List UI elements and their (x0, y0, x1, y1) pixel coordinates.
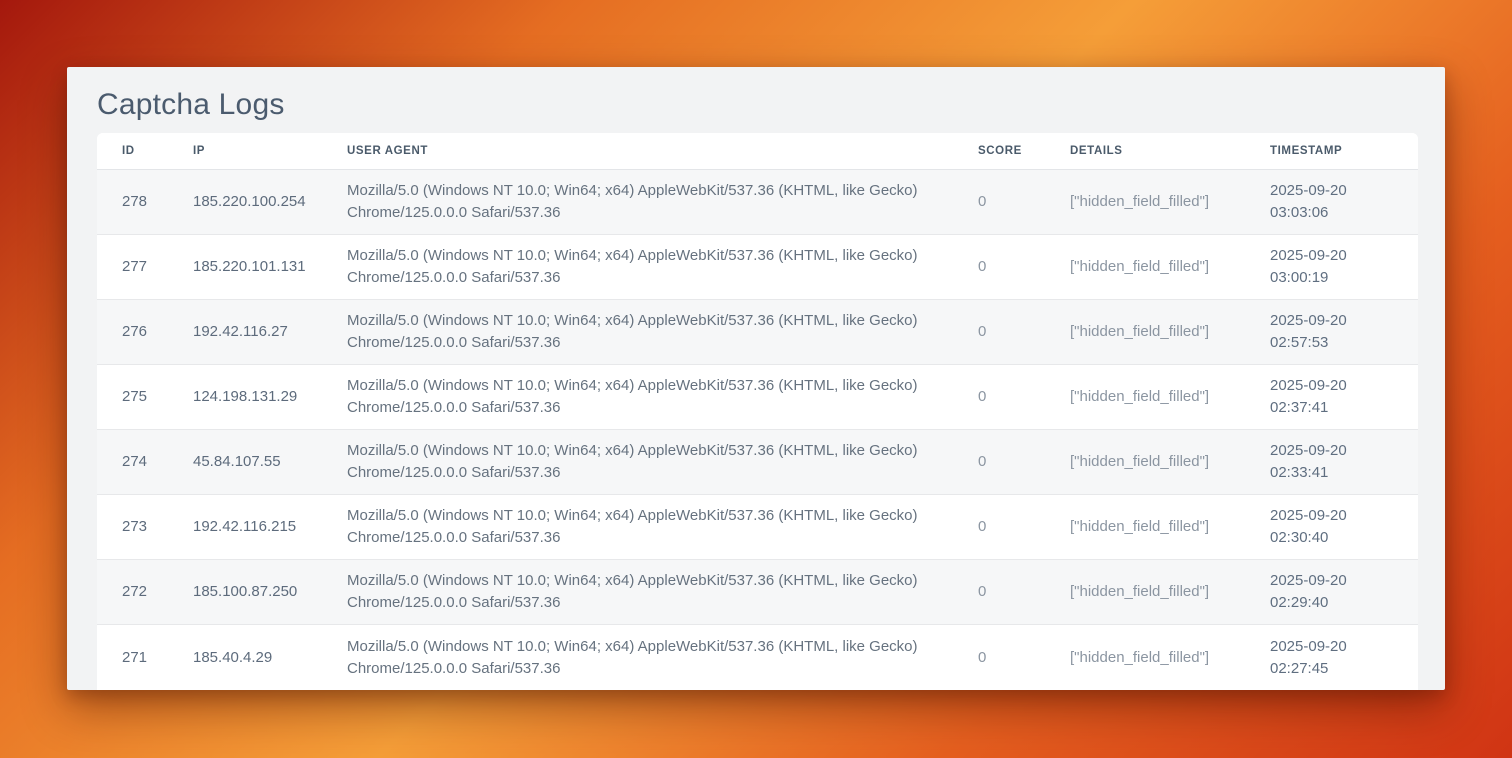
cell-ip: 185.40.4.29 (168, 625, 322, 690)
logs-table-container: IDIPUSER AGENTSCOREDETAILSTIMESTAMP 2781… (97, 133, 1418, 690)
table-row: 278185.220.100.254Mozilla/5.0 (Windows N… (97, 170, 1418, 235)
cell-user_agent: Mozilla/5.0 (Windows NT 10.0; Win64; x64… (322, 365, 953, 430)
cell-score: 0 (953, 235, 1045, 300)
cell-timestamp: 2025-09-20 02:33:41 (1245, 430, 1418, 495)
cell-details: ["hidden_field_filled"] (1045, 495, 1245, 560)
cell-timestamp: 2025-09-20 03:00:19 (1245, 235, 1418, 300)
cell-ip: 185.220.100.254 (168, 170, 322, 235)
cell-ip: 124.198.131.29 (168, 365, 322, 430)
cell-ip: 45.84.107.55 (168, 430, 322, 495)
table-header-row: IDIPUSER AGENTSCOREDETAILSTIMESTAMP (97, 133, 1418, 170)
table-row: 277185.220.101.131Mozilla/5.0 (Windows N… (97, 235, 1418, 300)
cell-id: 277 (97, 235, 168, 300)
cell-timestamp: 2025-09-20 02:30:40 (1245, 495, 1418, 560)
column-header-details: DETAILS (1045, 133, 1245, 170)
cell-user_agent: Mozilla/5.0 (Windows NT 10.0; Win64; x64… (322, 430, 953, 495)
cell-details: ["hidden_field_filled"] (1045, 625, 1245, 690)
cell-score: 0 (953, 365, 1045, 430)
cell-details: ["hidden_field_filled"] (1045, 560, 1245, 625)
cell-score: 0 (953, 430, 1045, 495)
cell-user_agent: Mozilla/5.0 (Windows NT 10.0; Win64; x64… (322, 170, 953, 235)
cell-ip: 192.42.116.215 (168, 495, 322, 560)
cell-score: 0 (953, 625, 1045, 690)
cell-id: 271 (97, 625, 168, 690)
cell-timestamp: 2025-09-20 02:29:40 (1245, 560, 1418, 625)
table-row: 27445.84.107.55Mozilla/5.0 (Windows NT 1… (97, 430, 1418, 495)
table-row: 272185.100.87.250Mozilla/5.0 (Windows NT… (97, 560, 1418, 625)
cell-id: 275 (97, 365, 168, 430)
cell-id: 272 (97, 560, 168, 625)
cell-details: ["hidden_field_filled"] (1045, 170, 1245, 235)
cell-timestamp: 2025-09-20 02:37:41 (1245, 365, 1418, 430)
column-header-id: ID (97, 133, 168, 170)
cell-details: ["hidden_field_filled"] (1045, 235, 1245, 300)
cell-details: ["hidden_field_filled"] (1045, 300, 1245, 365)
cell-timestamp: 2025-09-20 03:03:06 (1245, 170, 1418, 235)
captcha-logs-card: Captcha Logs IDIPUSER AGENTSCOREDETAILST… (67, 67, 1445, 690)
table-row: 276192.42.116.27Mozilla/5.0 (Windows NT … (97, 300, 1418, 365)
cell-timestamp: 2025-09-20 02:27:45 (1245, 625, 1418, 690)
cell-timestamp: 2025-09-20 02:57:53 (1245, 300, 1418, 365)
table-row: 275124.198.131.29Mozilla/5.0 (Windows NT… (97, 365, 1418, 430)
cell-ip: 192.42.116.27 (168, 300, 322, 365)
page: { "page": { "title": "Captcha Logs" }, "… (0, 0, 1512, 758)
column-header-score: SCORE (953, 133, 1045, 170)
cell-id: 278 (97, 170, 168, 235)
cell-details: ["hidden_field_filled"] (1045, 430, 1245, 495)
cell-id: 274 (97, 430, 168, 495)
cell-ip: 185.100.87.250 (168, 560, 322, 625)
cell-user_agent: Mozilla/5.0 (Windows NT 10.0; Win64; x64… (322, 235, 953, 300)
cell-id: 273 (97, 495, 168, 560)
cell-score: 0 (953, 495, 1045, 560)
cell-user_agent: Mozilla/5.0 (Windows NT 10.0; Win64; x64… (322, 300, 953, 365)
cell-id: 276 (97, 300, 168, 365)
page-title: Captcha Logs (97, 87, 1415, 123)
cell-score: 0 (953, 170, 1045, 235)
table-row: 273192.42.116.215Mozilla/5.0 (Windows NT… (97, 495, 1418, 560)
cell-user_agent: Mozilla/5.0 (Windows NT 10.0; Win64; x64… (322, 625, 953, 690)
cell-user_agent: Mozilla/5.0 (Windows NT 10.0; Win64; x64… (322, 560, 953, 625)
cell-details: ["hidden_field_filled"] (1045, 365, 1245, 430)
logs-table: IDIPUSER AGENTSCOREDETAILSTIMESTAMP 2781… (97, 133, 1418, 690)
column-header-ip: IP (168, 133, 322, 170)
table-row: 271185.40.4.29Mozilla/5.0 (Windows NT 10… (97, 625, 1418, 690)
cell-user_agent: Mozilla/5.0 (Windows NT 10.0; Win64; x64… (322, 495, 953, 560)
column-header-user_agent: USER AGENT (322, 133, 953, 170)
cell-score: 0 (953, 560, 1045, 625)
cell-ip: 185.220.101.131 (168, 235, 322, 300)
column-header-timestamp: TIMESTAMP (1245, 133, 1418, 170)
cell-score: 0 (953, 300, 1045, 365)
